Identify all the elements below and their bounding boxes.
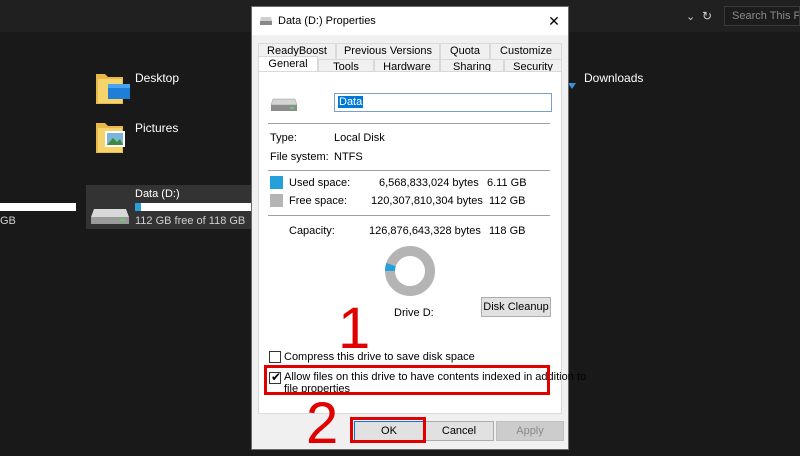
compress-checkbox[interactable] [269,351,281,363]
file-system-value: NTFS [334,151,363,163]
chevron-down-icon[interactable]: ⌄ [686,10,695,23]
cancel-button[interactable]: Cancel [424,421,494,441]
step-2-marker: 2 [306,391,339,456]
file-system-label: File system: [270,151,329,163]
free-space-gb: 112 GB [489,195,526,207]
divider [268,170,550,171]
used-space-swatch [270,176,283,189]
left-drive-usage-bar [0,203,76,211]
type-value: Local Disk [334,132,385,144]
drive-name[interactable]: Data (D:) [135,188,180,200]
desktop-folder-icon[interactable] [95,68,131,109]
dialog-titlebar[interactable]: Data (D:) Properties ✕ [252,7,568,35]
drive-large-icon [270,97,298,116]
free-space-swatch [270,194,283,207]
tab-quota[interactable]: Quota [440,43,490,59]
used-space-label: Used space: [289,177,351,189]
folder-label-downloads[interactable]: Downloads [584,71,643,85]
refresh-icon[interactable]: ↻ [702,9,712,23]
divider [268,123,550,124]
free-space-bytes: 120,307,810,304 bytes [371,195,483,207]
free-space-label: Free space: [289,195,348,207]
drive-small-icon [259,16,273,29]
compress-label[interactable]: Compress this drive to save disk space [284,351,475,363]
type-label: Type: [270,132,297,144]
disk-usage-donut [384,245,436,300]
left-drive-size-text: GB [0,215,16,227]
drive-usage-fill [135,203,141,211]
capacity-bytes: 126,876,643,328 bytes [369,225,481,237]
folder-label-desktop[interactable]: Desktop [135,71,179,85]
drive-name-value: Data [338,96,364,108]
downloads-arrow-icon [568,82,576,90]
used-space-gb: 6.11 GB [487,177,527,189]
tab-previous-versions[interactable]: Previous Versions [336,43,440,59]
close-icon[interactable]: ✕ [544,11,564,31]
drive-usage-bar [135,203,253,211]
highlight-ok-button [350,417,426,443]
pictures-folder-icon[interactable] [95,117,131,158]
drive-icon [90,203,130,228]
divider [268,215,550,216]
used-space-bytes: 6,568,833,024 bytes [379,177,479,189]
step-1-marker: 1 [338,296,371,361]
drive-free-text: 112 GB free of 118 GB [135,215,246,227]
capacity-label: Capacity: [289,225,335,237]
drive-name-field[interactable]: Data [334,93,552,112]
apply-button[interactable]: Apply [496,421,564,441]
tab-customize[interactable]: Customize [490,43,562,59]
disk-cleanup-button[interactable]: Disk Cleanup [481,297,551,317]
folder-label-pictures[interactable]: Pictures [135,121,178,135]
dialog-title: Data (D:) Properties [278,15,376,27]
capacity-gb: 118 GB [489,225,526,237]
search-input[interactable]: Search This PC [724,6,800,26]
drive-letter-label: Drive D: [394,307,434,319]
